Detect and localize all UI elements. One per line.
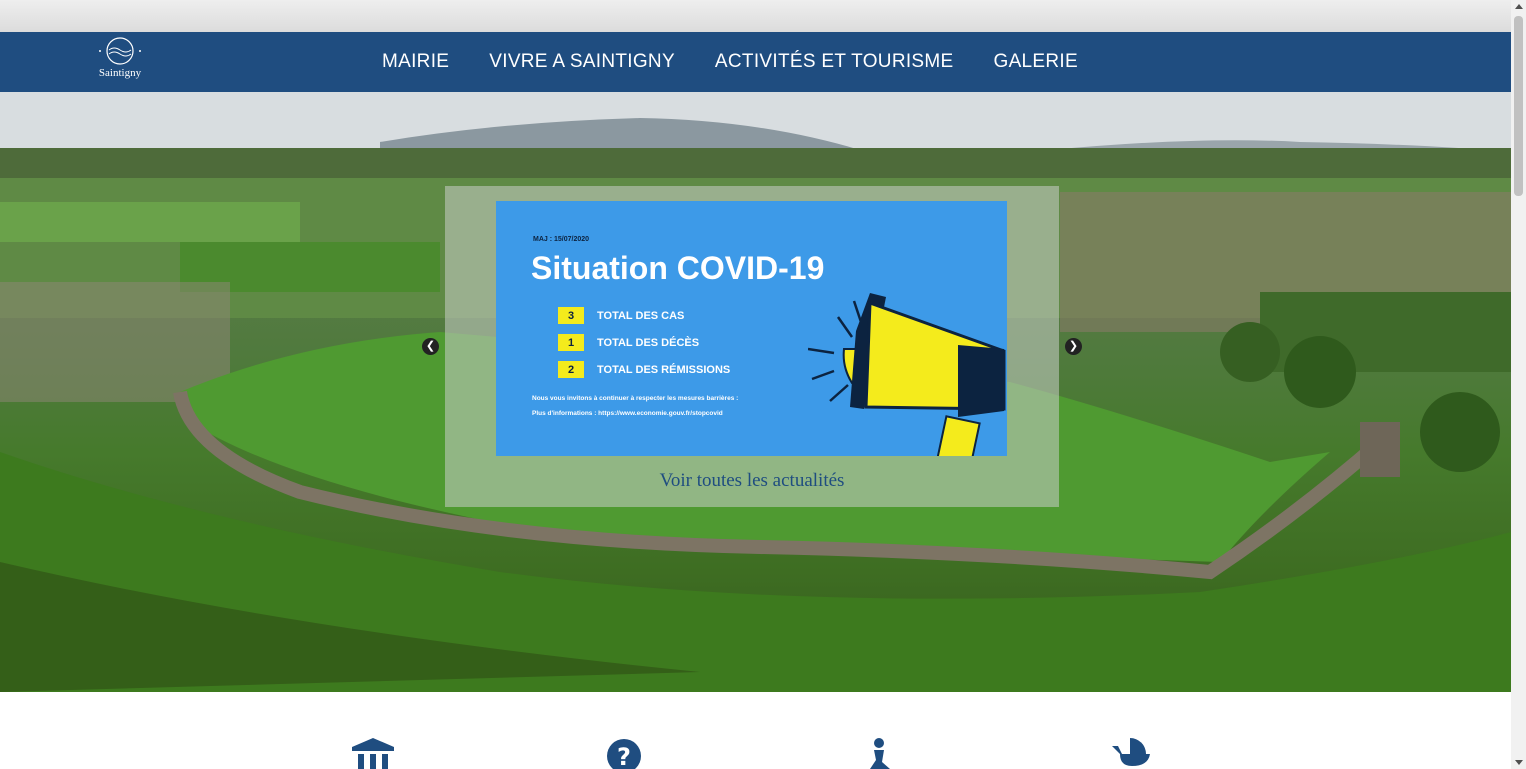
nav-item-vivre[interactable]: VIVRE A SAINTIGNY [489,51,675,73]
stat-value: 1 [558,334,584,351]
stat-row: 2 TOTAL DES RÉMISSIONS [558,361,730,378]
stat-label: TOTAL DES RÉMISSIONS [597,363,731,376]
hero-banner: MAJ : 15/07/2020 Situation COVID-19 3 TO… [0,92,1511,692]
carousel-next-button[interactable]: ❯ [1065,338,1082,355]
site-logo[interactable]: Saintigny [92,36,148,88]
stat-label: TOTAL DES CAS [597,309,685,322]
nav-item-activites[interactable]: ACTIVITÉS ET TOURISME [715,51,954,73]
chevron-left-icon: ❮ [425,340,436,352]
logo-emblem-icon [99,37,141,65]
megaphone-icon [808,293,1006,456]
scrollbar-thumb[interactable] [1514,16,1523,196]
stat-row: 1 TOTAL DES DÉCÈS [558,334,699,351]
page-scrollbar[interactable] [1511,0,1526,769]
logo-text: Saintigny [98,67,142,79]
slide-notice-line-2: Plus d'informations : https://www.econom… [532,410,723,417]
svg-text:?: ? [617,743,631,769]
slide-notice-line-1: Nous vous invitons à continuer à respect… [532,395,739,402]
stat-label: TOTAL DES DÉCÈS [597,336,700,349]
question-icon[interactable]: ? [606,738,642,769]
nav-item-mairie[interactable]: MAIRIE [382,51,449,73]
site-header: Saintigny MAIRIE VIVRE A SAINTIGNY ACTIV… [0,32,1511,92]
covid-slide[interactable]: MAJ : 15/07/2020 Situation COVID-19 3 TO… [496,201,1007,456]
baby-carriage-icon[interactable] [1112,738,1152,769]
news-carousel: MAJ : 15/07/2020 Situation COVID-19 3 TO… [445,186,1059,507]
main-nav: MAIRIE VIVRE A SAINTIGNY ACTIVITÉS ET TO… [382,32,1118,92]
person-icon[interactable] [866,738,892,769]
quick-links: ? [0,692,1511,769]
stat-value: 2 [558,361,584,378]
institution-icon[interactable] [352,738,394,769]
scroll-up-icon[interactable] [1515,4,1523,9]
chevron-right-icon: ❯ [1068,340,1079,352]
browser-top-strip [0,0,1511,32]
scroll-down-icon[interactable] [1515,760,1523,765]
carousel-prev-button[interactable]: ❮ [422,338,439,355]
stat-value: 3 [558,307,584,324]
slide-update-date: MAJ : 15/07/2020 [533,236,590,243]
stat-row: 3 TOTAL DES CAS [558,307,684,324]
slide-title: Situation COVID-19 [531,250,825,286]
see-all-news-link[interactable]: Voir toutes les actualités [445,470,1059,492]
nav-item-galerie[interactable]: GALERIE [994,51,1078,73]
